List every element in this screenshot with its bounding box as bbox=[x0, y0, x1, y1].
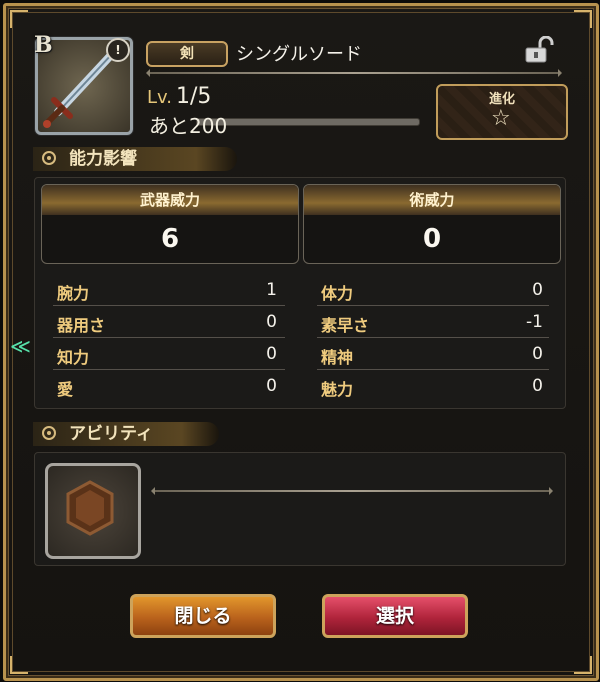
stat-value-intelligence: 0 bbox=[266, 344, 277, 364]
stat-label-dexterity: 器用さ bbox=[57, 316, 106, 335]
stats-panel: 武器威力 6 術威力 0 腕力 1 器用さ 0 知力 0 愛 0 体力 0 素早… bbox=[34, 177, 566, 409]
section-title: アビリティ bbox=[69, 424, 153, 444]
ability-slot[interactable] bbox=[45, 463, 141, 559]
weapon-name: シングルソード bbox=[236, 44, 362, 65]
art-power-value: 0 bbox=[422, 224, 442, 254]
stat-value-vitality: 0 bbox=[532, 280, 543, 300]
level-value: 1/5 bbox=[176, 84, 212, 109]
exp-to-next: あと200 bbox=[149, 114, 228, 138]
art-power-box: 術威力 0 bbox=[303, 184, 561, 264]
section-title: 能力影響 bbox=[69, 149, 137, 169]
frame-corner bbox=[10, 10, 28, 28]
stat-label-agility: 素早さ bbox=[321, 316, 370, 335]
weapon-power-label: 武器威力 bbox=[42, 185, 298, 215]
stat-label-charm: 魅力 bbox=[321, 380, 354, 399]
stat-label-vitality: 体力 bbox=[321, 284, 354, 303]
gear-icon bbox=[42, 151, 56, 165]
stat-label-intelligence: 知力 bbox=[57, 348, 90, 367]
empty-ability-gem-icon bbox=[66, 480, 114, 536]
weapon-power-value: 6 bbox=[160, 224, 180, 254]
stat-label-love: 愛 bbox=[57, 380, 74, 399]
level-text: Lv. 1/5 bbox=[147, 84, 211, 109]
stat-value-agility: -1 bbox=[526, 312, 543, 332]
alert-icon: ! bbox=[106, 38, 130, 62]
weapon-power-box: 武器威力 6 bbox=[41, 184, 299, 264]
weapon-type-badge: 剣 bbox=[146, 41, 228, 67]
row-divider bbox=[317, 369, 549, 370]
gear-icon bbox=[42, 426, 56, 440]
section-header-ability-influence: 能力影響 bbox=[33, 147, 237, 171]
frame-corner bbox=[574, 656, 592, 674]
star-icon: ☆ bbox=[491, 106, 511, 131]
stat-value-love: 0 bbox=[266, 376, 277, 396]
rank-badge: B bbox=[34, 32, 53, 58]
side-nav-arrow-icon[interactable]: ≪ bbox=[10, 334, 32, 358]
stat-value-dexterity: 0 bbox=[266, 312, 277, 332]
select-button[interactable]: 選択 bbox=[322, 594, 468, 638]
close-button[interactable]: 閉じる bbox=[130, 594, 276, 638]
stat-value-spirit: 0 bbox=[532, 344, 543, 364]
stat-value-strength: 1 bbox=[266, 280, 277, 300]
row-divider bbox=[53, 337, 285, 338]
row-divider bbox=[317, 337, 549, 338]
frame-corner bbox=[574, 10, 592, 28]
ability-panel bbox=[34, 452, 566, 566]
art-power-label: 術威力 bbox=[304, 185, 560, 215]
evolution-label: 進化 bbox=[488, 92, 515, 107]
unlock-icon[interactable] bbox=[524, 36, 554, 64]
level-label: Lv. bbox=[147, 87, 173, 108]
stat-label-strength: 腕力 bbox=[57, 284, 90, 303]
stat-label-spirit: 精神 bbox=[321, 348, 354, 367]
stat-value-charm: 0 bbox=[532, 376, 543, 396]
section-header-abilities: アビリティ bbox=[33, 422, 219, 446]
evolution-button[interactable]: 進化 ☆ bbox=[436, 84, 568, 140]
exp-bar bbox=[196, 118, 420, 126]
divider bbox=[146, 69, 562, 77]
ability-divider bbox=[151, 487, 553, 495]
row-divider bbox=[53, 305, 285, 306]
row-divider bbox=[53, 369, 285, 370]
row-divider bbox=[317, 305, 549, 306]
frame-corner bbox=[10, 656, 28, 674]
